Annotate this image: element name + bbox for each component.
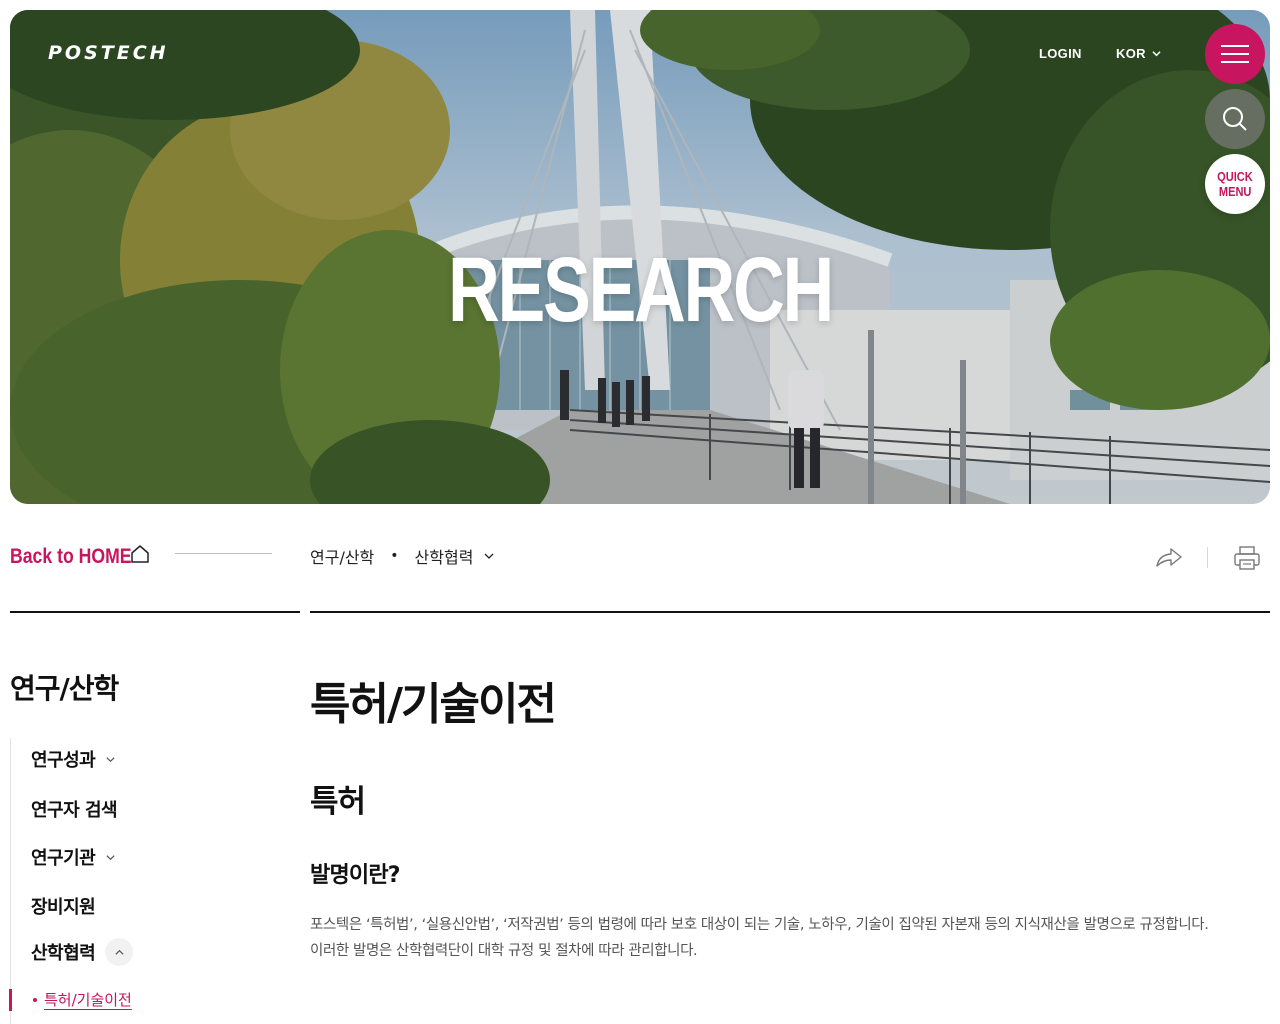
search-button[interactable] <box>1205 89 1265 149</box>
sidebar-item-research-results[interactable]: 연구성과 <box>31 746 116 772</box>
sidebar-item-label: 연구자 검색 <box>31 800 118 821</box>
chevron-down-icon <box>1152 51 1161 57</box>
sidebar-subitem-label: 특허/기술이전 <box>44 991 132 1009</box>
language-switcher[interactable]: KOR <box>1116 46 1161 61</box>
share-icon[interactable] <box>1155 545 1183 569</box>
breadcrumb-separator: • <box>390 548 399 564</box>
content-top-rule <box>310 611 1270 613</box>
breadcrumb-level2[interactable]: 산학협력 <box>415 544 474 568</box>
hamburger-icon <box>1221 45 1249 63</box>
quick-menu-label-1: QUICK <box>1217 169 1253 184</box>
hero-banner: POSTECH LOGIN KOR RESEARCH <box>10 10 1270 504</box>
bullet-icon <box>33 997 37 1002</box>
subsection-title: 발명이란? <box>310 863 401 888</box>
sidebar-item-label: 연구기관 <box>31 848 96 869</box>
sidebar-item-label: 장비지원 <box>31 897 96 918</box>
sidebar-item-research-institutes[interactable]: 연구기관 <box>31 844 116 870</box>
postech-logo[interactable]: POSTECH <box>48 42 169 64</box>
sidebar-subitem-patent-tech-transfer[interactable]: 특허/기술이전 <box>33 989 132 1010</box>
sidebar-item-researcher-search[interactable]: 연구자 검색 <box>31 796 118 822</box>
chevron-down-icon <box>106 756 115 762</box>
chevron-down-icon[interactable] <box>483 550 495 562</box>
description-paragraph: 포스텍은 ‘특허법’, ‘실용신안법’, ‘저작권법’ 등의 법령에 따라 보호… <box>310 912 1270 964</box>
home-icon[interactable] <box>129 543 151 565</box>
active-indicator <box>9 989 12 1011</box>
section-title: 특허 <box>310 784 366 820</box>
divider-line <box>175 553 272 554</box>
hero-title: RESEARCH <box>447 239 834 341</box>
back-to-home-label: Back to HOME <box>10 545 132 568</box>
breadcrumb: 연구/산학 • 산학협력 <box>310 544 495 568</box>
paragraph-line: 이러한 발명은 산학협력단이 대학 규정 및 절차에 따라 관리합니다. <box>310 943 698 959</box>
chevron-down-icon <box>106 854 115 860</box>
print-icon[interactable] <box>1233 545 1261 571</box>
language-label: KOR <box>1116 46 1146 61</box>
login-link[interactable]: LOGIN <box>1039 46 1082 61</box>
sidebar-top-rule <box>10 611 300 613</box>
sidebar-item-equipment-support[interactable]: 장비지원 <box>31 893 96 919</box>
sidebar-item-industry-cooperation[interactable]: 산학협력 <box>31 938 134 966</box>
paragraph-line: 포스텍은 ‘특허법’, ‘실용신안법’, ‘저작권법’ 등의 법령에 따라 보호… <box>310 917 1209 933</box>
sidebar-nav: 연구성과 연구자 검색 연구기관 장비지원 산학협력 특허/기술이전 <box>9 738 290 1024</box>
breadcrumb-level1[interactable]: 연구/산학 <box>310 544 374 568</box>
collapse-toggle[interactable] <box>105 938 134 966</box>
chevron-up-icon <box>115 949 124 955</box>
toolbar-divider <box>1207 547 1208 568</box>
sidebar-item-label: 연구성과 <box>31 750 96 771</box>
menu-button[interactable] <box>1205 24 1265 84</box>
sidebar-title: 연구/산학 <box>10 672 119 705</box>
quick-menu-label-2: MENU <box>1218 184 1252 199</box>
sidebar-item-label: 산학협력 <box>31 943 96 964</box>
page-title: 특허/기술이전 <box>310 679 557 730</box>
search-icon <box>1223 107 1247 131</box>
quick-menu-button[interactable]: QUICK MENU <box>1205 154 1265 214</box>
